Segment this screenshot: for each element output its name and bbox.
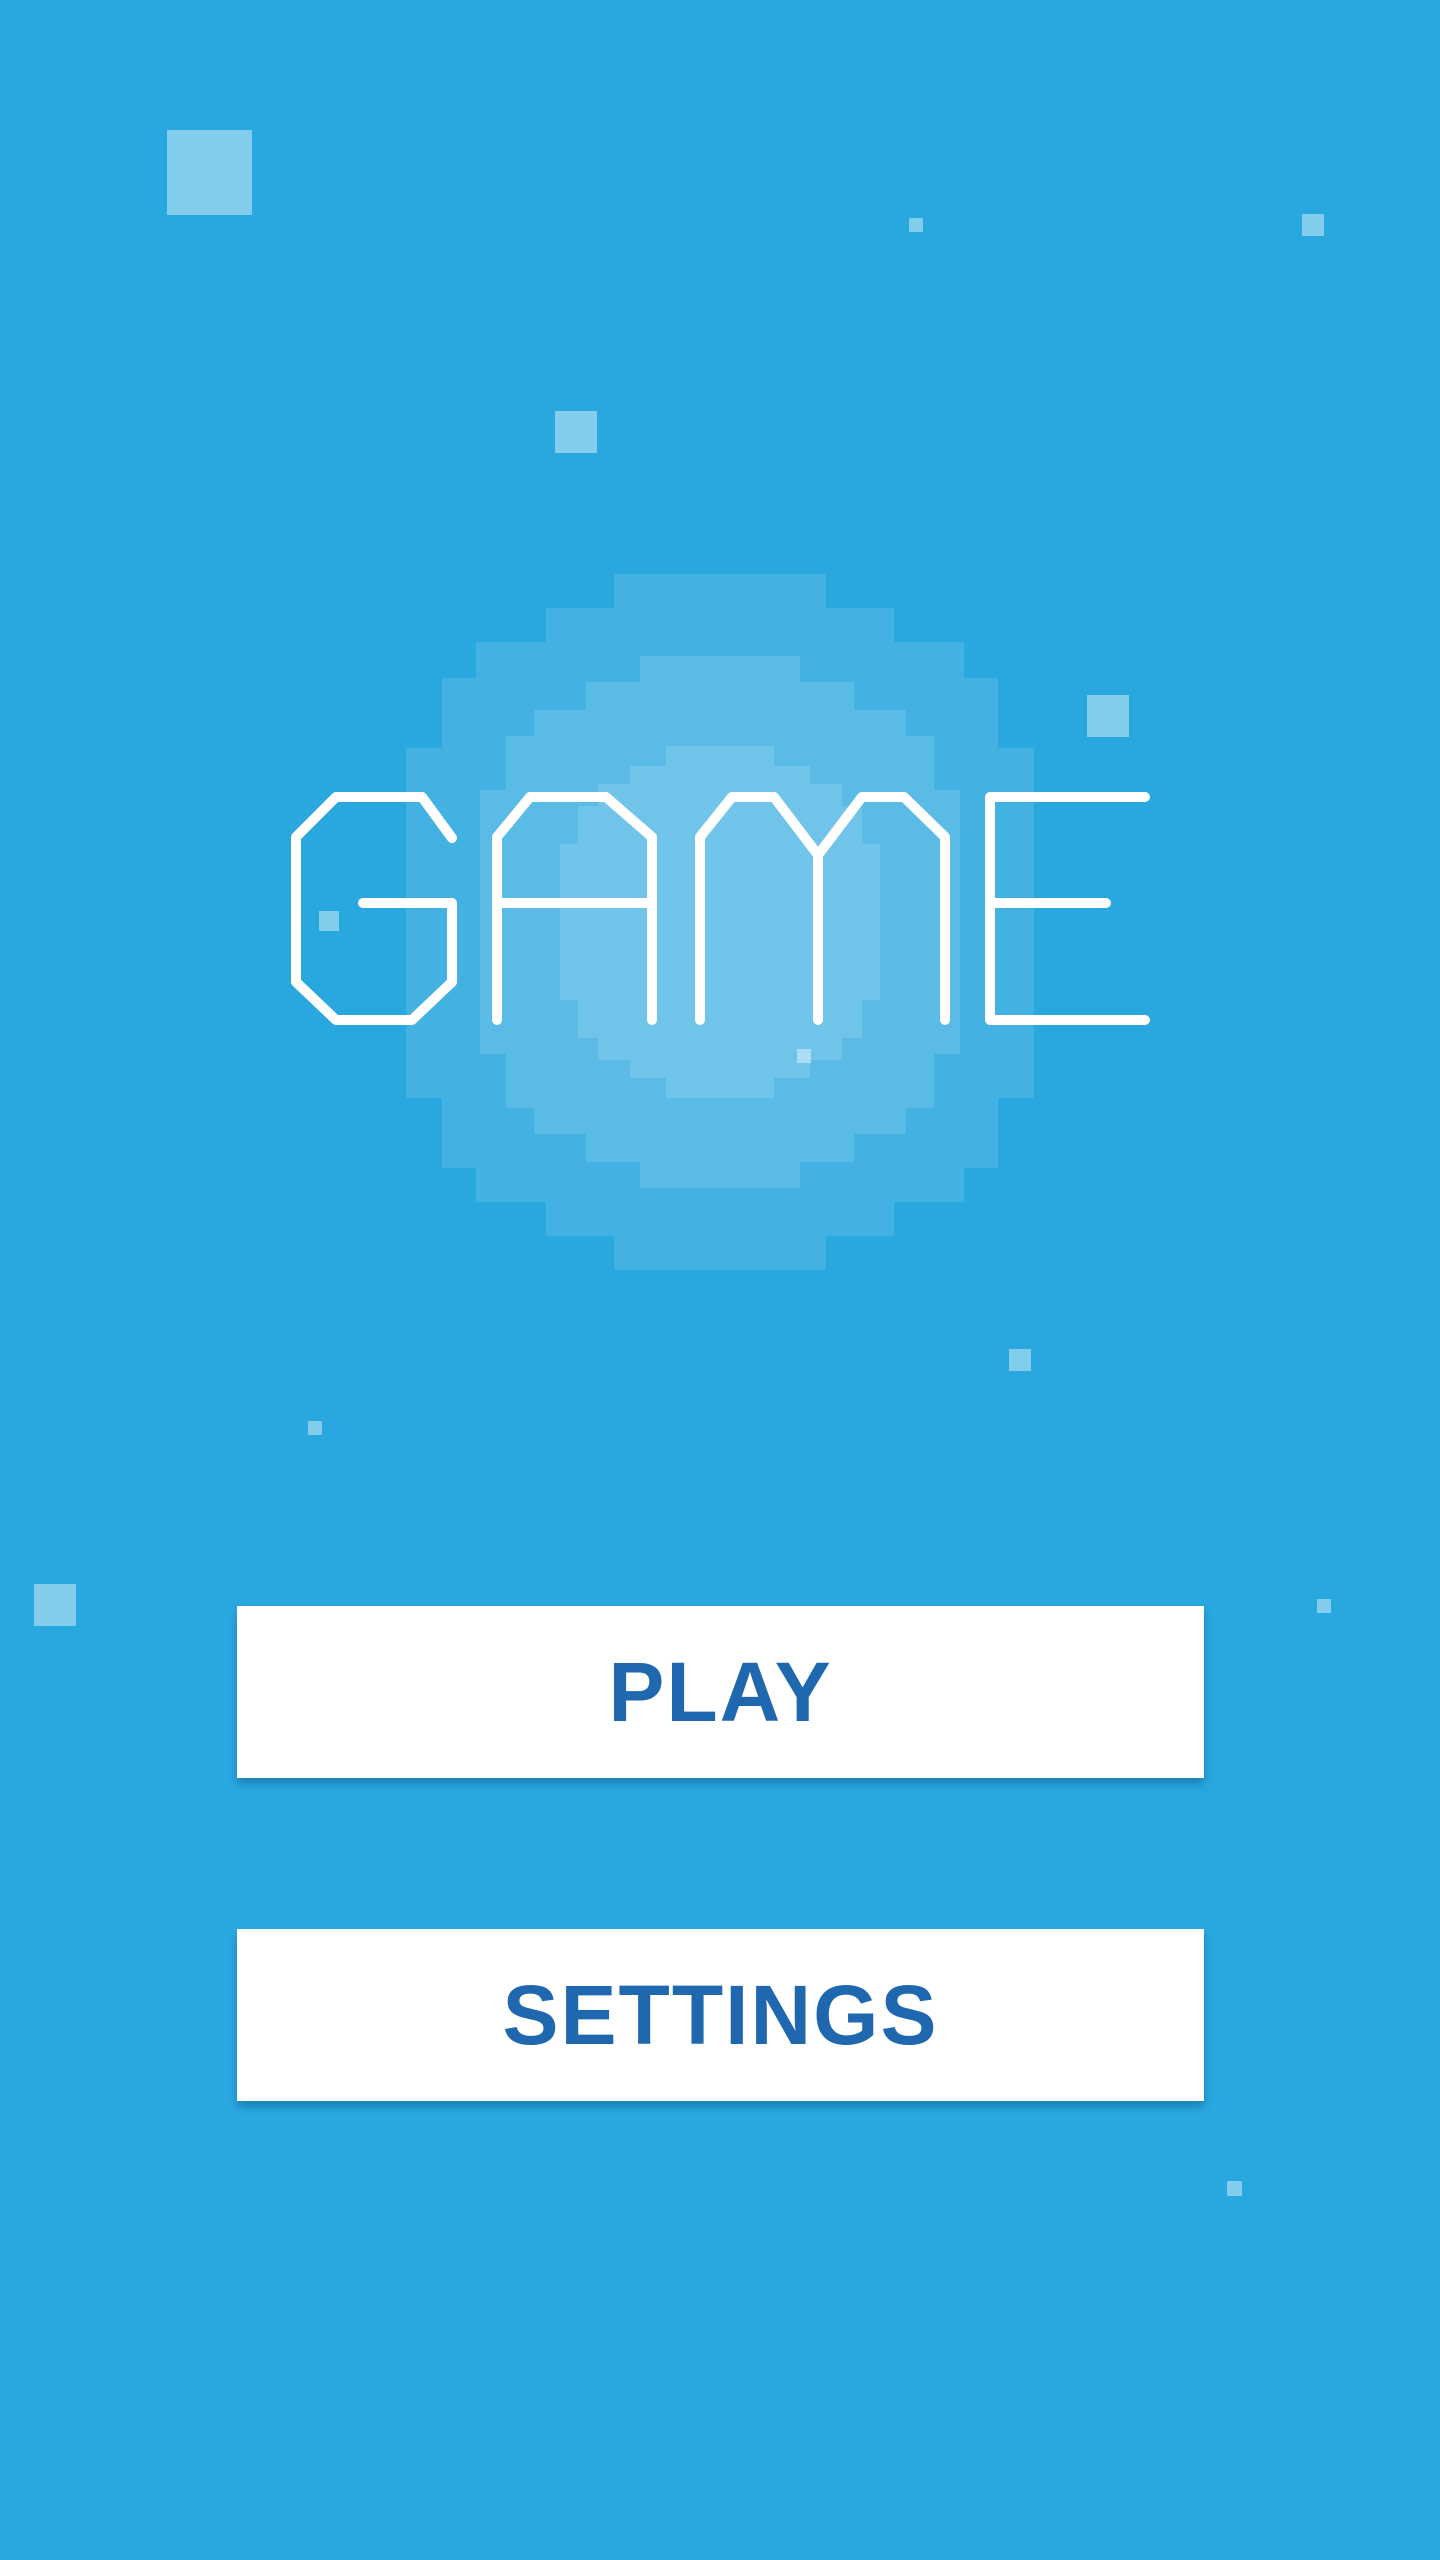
floating-pixel <box>1302 214 1324 236</box>
floating-pixel <box>555 411 597 453</box>
settings-button-label: SETTINGS <box>502 1967 939 2062</box>
floating-pixel <box>34 1584 76 1626</box>
pixel-glow-background <box>406 574 1034 1270</box>
game-title-lettering <box>291 792 1150 1025</box>
settings-button[interactable]: SETTINGS <box>237 1929 1204 2101</box>
floating-pixel <box>1317 1599 1331 1613</box>
floating-pixel <box>1087 695 1129 737</box>
game-title-logo: GAME <box>280 780 1160 1040</box>
floating-pixel <box>797 1049 811 1063</box>
floating-pixel <box>909 218 923 232</box>
play-button[interactable]: PLAY <box>237 1606 1204 1778</box>
floating-pixel <box>1009 1349 1031 1371</box>
play-button-label: PLAY <box>608 1644 833 1739</box>
floating-pixel <box>1227 2181 1242 2196</box>
floating-pixel <box>308 1421 322 1435</box>
main-menu-screen: GAME PLAY SETTINGS <box>0 0 1440 2560</box>
floating-pixel <box>167 130 252 215</box>
